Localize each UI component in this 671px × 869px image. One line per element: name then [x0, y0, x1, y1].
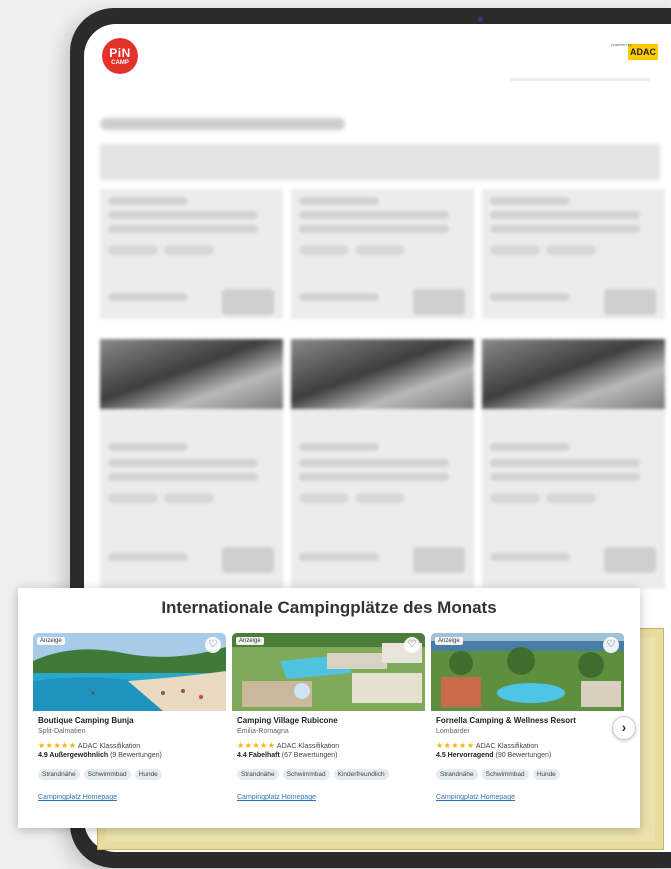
homepage-link[interactable]: Campingplatz Homepage	[38, 794, 117, 801]
review-count: (67 Bewertungen)	[281, 752, 338, 759]
logo-text-main: PiN	[109, 45, 131, 60]
blurred-card	[291, 189, 474, 319]
campsite-name[interactable]: Fornella Camping & Wellness Resort	[436, 716, 576, 725]
ad-badge: Anzeige	[236, 637, 264, 645]
star-rating-icon: ★★★★★	[38, 741, 77, 750]
campsite-image[interactable]: Anzeige ♡	[232, 633, 425, 711]
adac-logo: ADAC	[628, 44, 658, 60]
star-rating-icon: ★★★★★	[436, 741, 475, 750]
tablet-camera	[410, 16, 432, 29]
featured-title: Internationale Campingplätze des Monats	[161, 598, 497, 617]
pincamp-logo[interactable]: PiN CAMP	[102, 38, 138, 74]
amenity-tag: Kinderfreundlich	[333, 769, 389, 780]
campsite-card[interactable]: Anzeige ♡ Camping Village Rubicone Emili…	[232, 633, 425, 813]
blurred-card	[100, 189, 283, 319]
classification-label: ADAC Klassifikation	[77, 743, 141, 750]
amenity-tag: Hunde	[134, 769, 162, 780]
blurred-card	[482, 339, 665, 589]
homepage-link[interactable]: Campingplatz Homepage	[436, 794, 515, 801]
favorite-heart-icon[interactable]: ♡	[205, 637, 221, 653]
review-count: (90 Bewertungen)	[495, 752, 552, 759]
review-score: 4.5 Hervorragend (90 Bewertungen)	[436, 752, 551, 759]
adac-partner-logo[interactable]: powered by ADAC	[611, 42, 658, 60]
amenity-tag: Schwimmbad	[481, 769, 529, 780]
adac-classification: ★★★★★ ADAC Klassifikation	[436, 741, 538, 750]
score-label: 4.9 Außergewöhnlich	[38, 752, 109, 759]
amenity-tag: Hunde	[532, 769, 560, 780]
favorite-heart-icon[interactable]: ♡	[404, 637, 420, 653]
adac-classification: ★★★★★ ADAC Klassifikation	[38, 741, 140, 750]
blurred-card	[482, 189, 665, 319]
campsite-name[interactable]: Boutique Camping Bunja	[38, 716, 134, 725]
classification-label: ADAC Klassifikation	[475, 743, 539, 750]
review-count: (9 Bewertungen)	[110, 752, 162, 759]
review-score: 4.9 Außergewöhnlich (9 Bewertungen)	[38, 752, 162, 759]
blurred-card	[291, 339, 474, 589]
amenity-tags: Strandnähe Schwimmbad Hunde	[436, 769, 560, 780]
classification-label: ADAC Klassifikation	[276, 743, 340, 750]
amenity-tag: Strandnähe	[38, 769, 80, 780]
amenity-tags: Strandnähe Schwimmbad Hunde	[38, 769, 162, 780]
ad-badge: Anzeige	[37, 637, 65, 645]
score-label: 4.5 Hervorragend	[436, 752, 494, 759]
amenity-tag: Strandnähe	[237, 769, 279, 780]
campsite-image[interactable]: Anzeige ♡	[431, 633, 624, 711]
campsite-card[interactable]: Anzeige ♡ Boutique Camping Bunja Split-D…	[33, 633, 226, 813]
star-rating-icon: ★★★★★	[237, 741, 276, 750]
blurred-results-title	[100, 118, 345, 130]
tablet-sensor	[478, 17, 483, 22]
partner-caption: powered by	[611, 42, 632, 47]
blurred-card	[100, 339, 283, 589]
adac-classification: ★★★★★ ADAC Klassifikation	[237, 741, 339, 750]
amenity-tag: Schwimmbad	[83, 769, 131, 780]
amenity-tags: Strandnähe Schwimmbad Kinderfreundlich	[237, 769, 389, 780]
campsite-name[interactable]: Camping Village Rubicone	[237, 716, 338, 725]
blurred-navigation	[510, 78, 650, 81]
campsite-image[interactable]: Anzeige ♡	[33, 633, 226, 711]
campsite-region: Lombardei	[436, 728, 470, 735]
homepage-link[interactable]: Campingplatz Homepage	[237, 794, 316, 801]
campsite-region: Split-Dalmatien	[38, 728, 86, 735]
campsite-region: Emilia-Romagna	[237, 728, 289, 735]
featured-campsites-panel: Internationale Campingplätze des Monats …	[18, 588, 640, 828]
chevron-right-icon: ›	[621, 719, 627, 735]
favorite-heart-icon[interactable]: ♡	[603, 637, 619, 653]
next-arrow-button[interactable]: ›	[612, 716, 636, 740]
score-label: 4.4 Fabelhaft	[237, 752, 280, 759]
review-score: 4.4 Fabelhaft (67 Bewertungen)	[237, 752, 337, 759]
amenity-tag: Strandnähe	[436, 769, 478, 780]
amenity-tag: Schwimmbad	[282, 769, 330, 780]
campsite-card[interactable]: Anzeige ♡ Fornella Camping & Wellness Re…	[431, 633, 624, 813]
ad-badge: Anzeige	[435, 637, 463, 645]
logo-text-sub: CAMP	[111, 59, 129, 66]
blurred-filter-bar	[100, 144, 660, 180]
